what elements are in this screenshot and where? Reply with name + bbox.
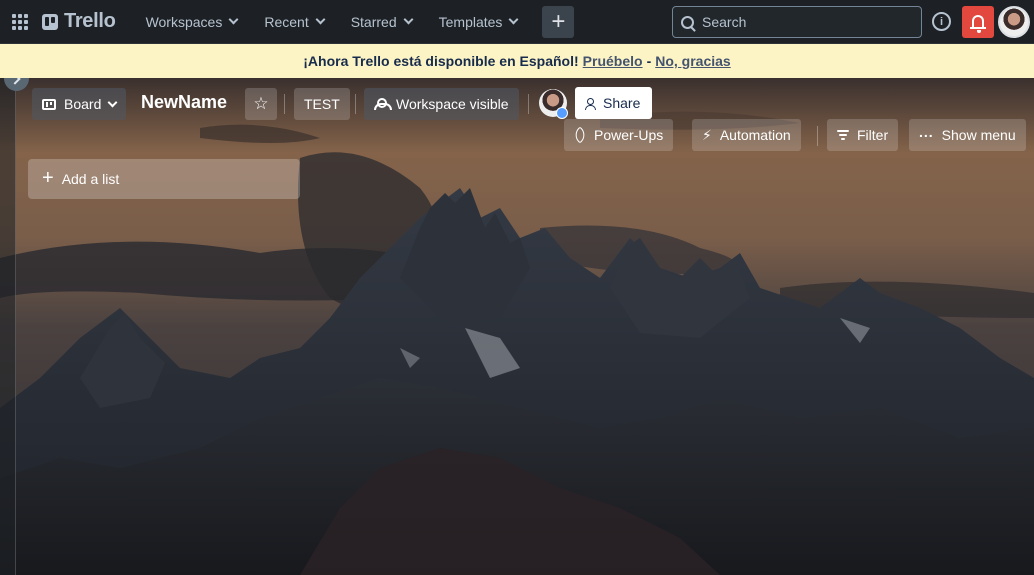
star-button[interactable]: ☆ [245, 88, 277, 120]
info-icon[interactable]: i [932, 12, 951, 31]
chevron-down-icon [315, 14, 326, 25]
divider [284, 94, 285, 114]
power-ups-button[interactable]: Power-Ups [564, 119, 674, 151]
plus-icon: + [551, 7, 566, 35]
try-spanish-link[interactable]: Pruébelo [583, 53, 643, 69]
add-list-label: Add a list [61, 171, 120, 187]
collapsed-sidebar[interactable] [0, 78, 16, 575]
visibility-label: Workspace visible [396, 96, 509, 112]
add-list-button[interactable]: + Add a list [28, 159, 300, 199]
dismiss-link[interactable]: No, gracias [655, 53, 730, 69]
dots-icon: ... [919, 124, 934, 140]
visibility-button[interactable]: Workspace visible [364, 88, 519, 120]
add-user-icon [585, 97, 596, 110]
recent-label: Recent [264, 13, 309, 30]
automation-button[interactable]: ⚡ Automation [692, 119, 801, 151]
admin-badge-icon [556, 107, 568, 119]
recent-menu[interactable]: Recent [254, 6, 333, 38]
search-icon [681, 15, 694, 29]
rocket-icon [571, 126, 589, 144]
bell-icon [970, 15, 986, 33]
banner-message: ¡Ahora Trello está disponible en Español… [303, 53, 579, 69]
mountain-background-image [0, 78, 1034, 575]
star-icon: ☆ [253, 94, 269, 113]
share-label: Share [603, 95, 641, 111]
chevron-down-icon [228, 14, 239, 25]
trello-logo[interactable]: Trello [42, 10, 116, 33]
chevron-down-icon [508, 14, 519, 25]
share-button[interactable]: Share [575, 87, 653, 119]
info-glyph: i [939, 15, 944, 28]
filter-icon [837, 130, 849, 140]
show-menu-button[interactable]: ... Show menu [909, 119, 1026, 151]
language-banner: ¡Ahora Trello está disponible en Español… [0, 44, 1034, 78]
chevron-down-icon [107, 97, 118, 107]
board-canvas: Board NewName ☆ TEST Workspace visible S… [0, 78, 1034, 575]
board-title[interactable]: NewName [141, 92, 227, 113]
divider [528, 94, 529, 114]
starred-menu[interactable]: Starred [341, 6, 422, 38]
divider [817, 126, 818, 146]
templates-menu[interactable]: Templates [429, 6, 528, 38]
show-menu-label: Show menu [941, 127, 1016, 143]
account-avatar[interactable] [998, 6, 1030, 38]
workspaces-label: Workspaces [145, 13, 223, 30]
create-button[interactable]: + [542, 5, 575, 38]
banner-separator: - [646, 53, 652, 69]
filter-label: Filter [857, 127, 889, 143]
apps-grid-icon[interactable] [10, 12, 30, 32]
power-ups-label: Power-Ups [594, 127, 664, 143]
divider [355, 94, 356, 114]
workspace-label: TEST [304, 96, 340, 112]
workspaces-menu[interactable]: Workspaces [136, 6, 248, 38]
people-icon [374, 98, 392, 110]
plus-icon: + [42, 167, 54, 189]
logo-text: Trello [64, 10, 116, 32]
filter-button[interactable]: Filter [827, 119, 899, 151]
search-box[interactable] [672, 6, 922, 38]
lightning-icon: ⚡ [702, 126, 712, 143]
workspace-button[interactable]: TEST [294, 88, 350, 120]
search-input[interactable] [702, 14, 902, 30]
board-view-icon [42, 98, 56, 110]
starred-label: Starred [350, 13, 397, 30]
notifications-button[interactable] [962, 6, 994, 38]
trello-logo-icon [42, 13, 58, 30]
chevron-down-icon [403, 14, 414, 25]
templates-label: Templates [438, 13, 503, 30]
board-view-label: Board [64, 96, 102, 112]
automation-label: Automation [719, 127, 791, 143]
board-view-switcher[interactable]: Board [32, 88, 127, 120]
